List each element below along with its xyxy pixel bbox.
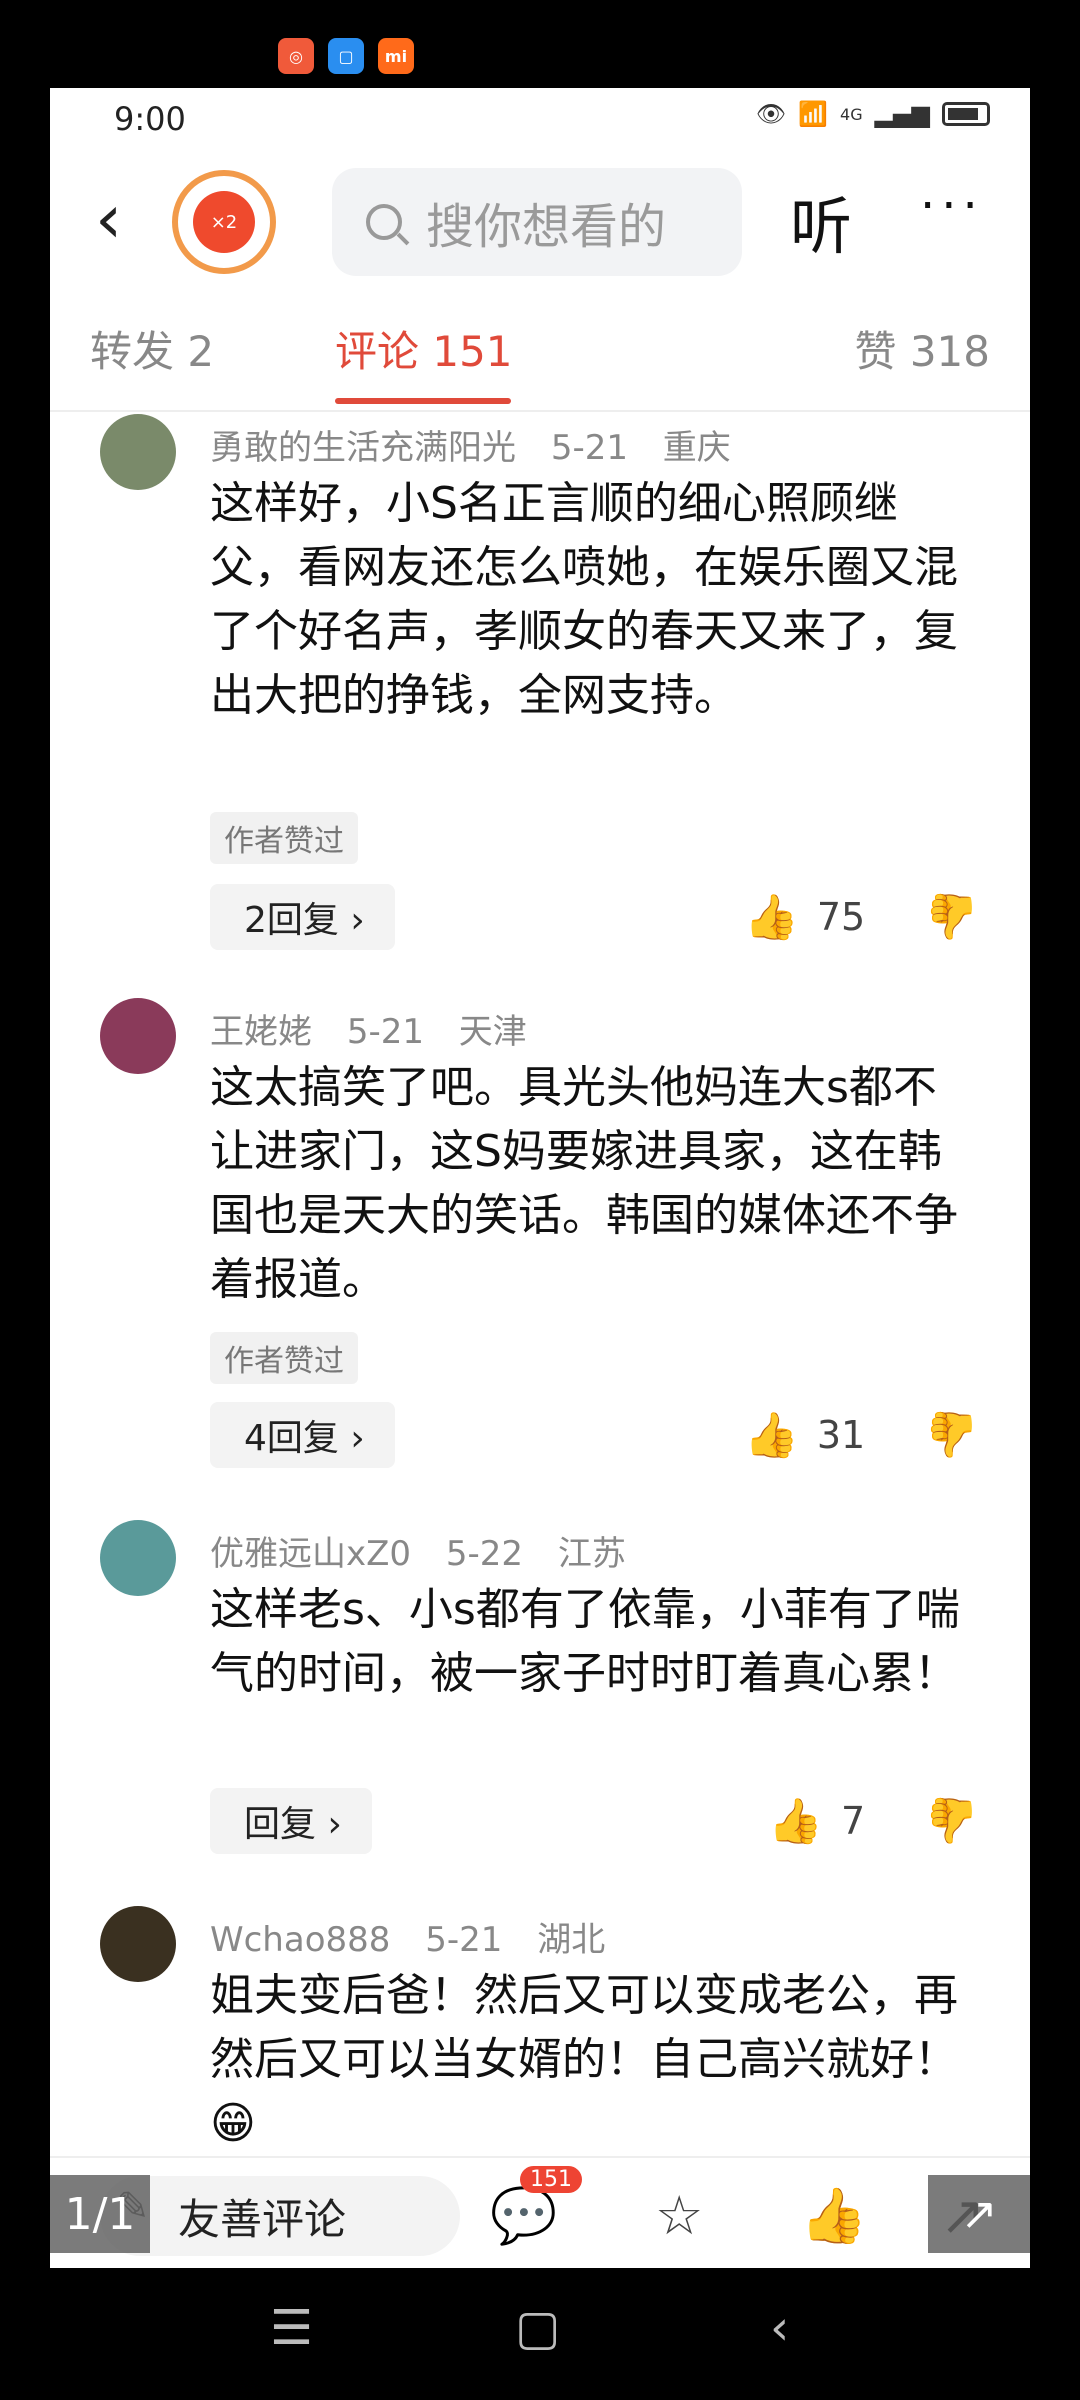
signal-icon: ▂▄▆ xyxy=(874,100,930,128)
more-button[interactable]: ··· xyxy=(920,178,984,234)
replies-button[interactable]: 4回复 › xyxy=(210,1402,395,1468)
comment-text: 这样老s、小s都有了依靠，小菲有了喘气的时间，被一家子时时盯着真心累！ xyxy=(210,1584,960,1699)
home-icon[interactable]: ▢ xyxy=(515,2300,560,2356)
comment-text: 这样好，小S名正言顺的细心照顾继父，看网友还怎么喷她，在娱乐圈又混了个好名声，孝… xyxy=(210,478,958,721)
comment-location: 重庆 xyxy=(662,428,731,468)
tab-likes[interactable]: 赞 318 xyxy=(854,318,990,379)
like-post-icon[interactable]: 👍 xyxy=(800,2184,867,2248)
author-liked-badge: 作者赞过 xyxy=(210,812,358,864)
eye-icon: 👁 xyxy=(755,100,787,128)
bottom-action-bar: 友善评论 ✎ 💬 151 ☆ 👍 ↗ xyxy=(50,2156,1030,2268)
replies-button[interactable]: 回复 › xyxy=(210,1788,372,1854)
mi-icon: mi xyxy=(378,38,414,74)
tab-bar: 转发 2 评论 151 赞 318 xyxy=(50,318,1030,412)
author-liked-badge: 作者赞过 xyxy=(210,1332,358,1384)
status-bar: 9:00 👁 📶 4G ▂▄▆ xyxy=(50,88,1030,148)
comment-date: 5-21 xyxy=(425,1920,503,1960)
comment-date: 5-22 xyxy=(445,1534,524,1574)
menu-icon[interactable]: ☰ xyxy=(270,2300,313,2356)
share-overlay-icon[interactable]: ↗ xyxy=(928,2175,1030,2253)
dislike-icon[interactable]: 👍 xyxy=(925,1409,980,1461)
tab-active-indicator xyxy=(335,398,511,404)
notification-app-icons: ◎ ▢ mi xyxy=(278,38,414,74)
like-count: 75 xyxy=(816,895,866,939)
listen-button[interactable]: 听 xyxy=(790,176,852,266)
comment-location: 湖北 xyxy=(537,1920,606,1960)
avatar[interactable] xyxy=(100,998,176,1074)
comment-item: 优雅远山xZ0 5-22 江苏 这样老s、小s都有了依靠，小菲有了喘气的时间，被… xyxy=(50,1520,1030,1860)
search-icon xyxy=(366,204,402,240)
comment-author[interactable]: 优雅远山xZ0 xyxy=(210,1534,411,1574)
dislike-icon[interactable]: 👍 xyxy=(925,891,980,943)
comment-text: 姐夫变后爸！然后又可以变成老公，再然后又可以当女婿的！自己高兴就好！😁 xyxy=(210,1970,958,2149)
back-icon[interactable]: ‹ xyxy=(95,186,122,254)
comment-date: 5-21 xyxy=(346,1012,424,1052)
like-icon[interactable]: 👍 xyxy=(768,1795,823,1847)
comment-author[interactable]: 王姥姥 xyxy=(210,1012,312,1052)
like-count: 7 xyxy=(841,1799,866,1843)
search-placeholder: 搜你想看的 xyxy=(426,199,667,255)
system-back-icon[interactable]: ‹ xyxy=(770,2300,789,2356)
like-icon[interactable]: 👍 xyxy=(744,891,799,943)
like-icon[interactable]: 👍 xyxy=(744,1409,799,1461)
comment-item: 勇敢的生活充满阳光 5-21 重庆 这样好，小S名正言顺的细心照顾继父，看网友还… xyxy=(50,414,1030,950)
comment-location: 天津 xyxy=(458,1012,527,1052)
status-time: 9:00 xyxy=(114,100,186,138)
tab-comments[interactable]: 评论 151 xyxy=(335,318,513,379)
comment-item: Wchao888 5-21 湖北 姐夫变后爸！然后又可以变成老公，再然后又可以当… xyxy=(50,1906,1030,2156)
comment-item: 王姥姥 5-21 天津 这太搞笑了吧。具光头他妈连大s都不让进家门，这S妈要嫁进… xyxy=(50,998,1030,1468)
comment-count-badge: 151 xyxy=(520,2166,582,2193)
search-input[interactable]: 搜你想看的 xyxy=(332,168,742,276)
top-nav: ‹ ×2 搜你想看的 听 ··· xyxy=(50,158,1030,278)
avatar[interactable] xyxy=(100,1520,176,1596)
battery-icon xyxy=(942,102,990,126)
app-blue-icon: ▢ xyxy=(328,38,364,74)
network-type: 4G xyxy=(840,104,863,124)
comment-author[interactable]: 勇敢的生活充满阳光 xyxy=(210,428,516,468)
account-avatar[interactable]: ×2 xyxy=(172,170,276,274)
comment-location: 江苏 xyxy=(557,1534,626,1574)
app-red-icon: ◎ xyxy=(278,38,314,74)
like-count: 31 xyxy=(816,1413,866,1457)
comment-date: 5-21 xyxy=(550,428,628,468)
star-icon[interactable]: ☆ xyxy=(655,2184,703,2247)
avatar[interactable] xyxy=(100,1906,176,1982)
wifi-icon: 📶 xyxy=(798,100,829,128)
avatar-badge-icon: ×2 xyxy=(193,191,255,253)
avatar[interactable] xyxy=(100,414,176,490)
system-nav-bar: ☰ ▢ ‹ xyxy=(0,2300,1080,2380)
replies-button[interactable]: 2回复 › xyxy=(210,884,395,950)
comment-author[interactable]: Wchao888 xyxy=(210,1920,390,1960)
comment-text: 这太搞笑了吧。具光头他妈连大s都不让进家门，这S妈要嫁进具家，这在韩国也是天大的… xyxy=(210,1062,958,1305)
comment-input[interactable]: 友善评论 xyxy=(100,2176,460,2256)
dislike-icon[interactable]: 👍 xyxy=(925,1795,980,1847)
tab-repost[interactable]: 转发 2 xyxy=(90,318,214,379)
comment-icon[interactable]: 💬 xyxy=(490,2184,557,2248)
page-indicator: 1/1 xyxy=(50,2175,150,2253)
app-screen: 9:00 👁 📶 4G ▂▄▆ ‹ ×2 搜你想看的 听 ··· 转发 2 评论… xyxy=(50,88,1030,2268)
